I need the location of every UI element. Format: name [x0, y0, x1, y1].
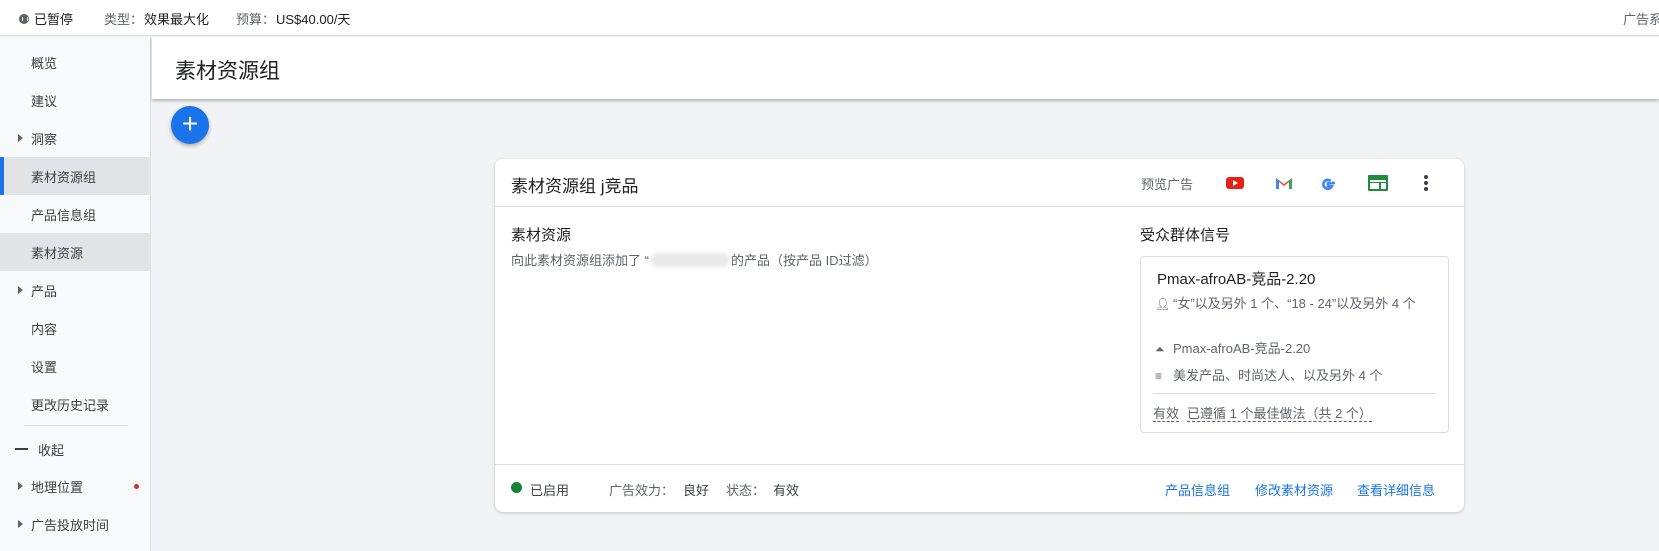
sidebar-item-settings[interactable]: 设置: [0, 347, 151, 385]
label: 洞察: [31, 131, 58, 147]
listing-groups-link[interactable]: 产品信息组: [1165, 480, 1230, 499]
assets-description: 向此素材资源组添加了 “ 的产品（按产品 ID过滤）: [511, 250, 878, 269]
ad-strength-value: 良好: [683, 483, 710, 498]
asset-group-card: 素材资源组 j竞品 预览广告 素材资源 向此素材资源组添加了 “ 的产品（按产品 …: [495, 159, 1464, 512]
desc-suffix: 的产品（按产品 ID过滤）: [730, 253, 878, 268]
demographics: “女”以及另外 1 个、“18 - 24”以及另外 4 个: [1173, 296, 1416, 311]
expand-icon: [18, 520, 23, 528]
signal-status[interactable]: 有效: [1153, 406, 1180, 422]
type-value: 效果最大化: [144, 12, 210, 27]
segment-shapes-icon: ⏶: [1155, 342, 1165, 356]
sidebar-item-change-history[interactable]: 更改历史记录: [0, 385, 151, 423]
card-footer: 已启用 广告效力： 良好 状态： 有效 产品信息组 修改素材资源 查看详细信息: [495, 464, 1464, 512]
sidebar-item-assets[interactable]: 素材资源: [0, 233, 151, 271]
label: 素材资源: [31, 245, 84, 261]
label: 产品: [31, 283, 58, 299]
pause-icon: [19, 13, 29, 24]
audience-signal-title: 受众群体信号: [1140, 227, 1231, 244]
sidebar-item-locations[interactable]: 地理位置: [0, 467, 151, 505]
expand-icon: [18, 134, 23, 142]
type-label: 类型：: [104, 12, 144, 27]
youtube-icon[interactable]: [1225, 173, 1245, 193]
assets-section-title: 素材资源: [511, 227, 572, 244]
campaign-name-truncated[interactable]: 广告系: [1623, 9, 1659, 28]
divider: [1153, 393, 1436, 394]
label: 广告投放时间: [31, 517, 110, 533]
edit-assets-link[interactable]: 修改素材资源: [1255, 480, 1333, 499]
sidebar-item-content[interactable]: 内容: [0, 309, 151, 347]
expand-icon: [18, 482, 23, 490]
audience-signal-box[interactable]: Pmax-afroAB-竞品-2.20 👤︎ “女”以及另外 1 个、“18 - …: [1140, 256, 1449, 433]
redacted-text: [650, 252, 729, 267]
add-asset-group-button[interactable]: +: [171, 106, 209, 144]
sidebar-item-ad-schedule[interactable]: 广告投放时间: [0, 505, 151, 543]
status-text: 已暂停: [34, 12, 74, 27]
budget-label: 预算：: [236, 12, 276, 27]
label: 概览: [31, 55, 58, 71]
expand-icon: [18, 286, 23, 294]
best-practice-link[interactable]: 已遵循 1 个最佳做法（共 2 个）: [1187, 406, 1372, 422]
label: 内容: [31, 321, 58, 337]
interests: 美发产品、时尚达人、以及另外 4 个: [1173, 368, 1383, 383]
page-title: 素材资源组: [175, 60, 280, 83]
campaign-topbar: 已暂停 类型： 效果最大化 预算： US$40.00/天 广告系: [0, 0, 1659, 36]
person-icon: 👤︎: [1155, 297, 1171, 311]
page-header: 素材资源组: [152, 37, 1659, 99]
sidebar-item-recommendations[interactable]: 建议: [0, 81, 151, 119]
audience-name: Pmax-afroAB-竞品-2.20: [1157, 271, 1316, 288]
label: 地理位置: [31, 479, 84, 495]
sidebar-item-insights[interactable]: 洞察: [0, 119, 151, 157]
list-icon: ≡: [1155, 369, 1163, 383]
label: 更改历史记录: [31, 397, 110, 413]
label: 收起: [38, 442, 65, 458]
label: 产品信息组: [31, 207, 97, 223]
more-vert-icon[interactable]: [1420, 173, 1432, 193]
enabled-status[interactable]: 已启用: [530, 480, 569, 499]
sidebar-item-listing-groups[interactable]: 产品信息组: [0, 195, 151, 233]
campaign-status: 已暂停: [19, 9, 73, 28]
custom-segment: Pmax-afroAB-竞品-2.20: [1173, 341, 1311, 356]
state-label: 状态：: [726, 483, 766, 498]
view-details-link[interactable]: 查看详细信息: [1357, 480, 1435, 499]
enabled-status-dot-icon: [511, 482, 522, 493]
alert-dot-icon: [134, 483, 139, 489]
minus-icon: [15, 448, 28, 450]
gmail-icon[interactable]: [1274, 173, 1294, 193]
sidebar: 概览 建议 洞察 素材资源组 产品信息组 素材资源 产品 内容 设置 更改历史记…: [0, 37, 151, 551]
label: 建议: [31, 93, 58, 109]
plus-icon: +: [181, 108, 199, 139]
state-value: 有效: [773, 483, 800, 498]
display-network-icon[interactable]: [1367, 173, 1389, 193]
desc-prefix: 向此素材资源组添加了 “: [511, 253, 649, 268]
ad-strength-label: 广告效力：: [609, 483, 675, 498]
budget-value: US$40.00/天: [276, 12, 351, 27]
sidebar-item-overview[interactable]: 概览: [0, 43, 151, 81]
sidebar-item-asset-groups[interactable]: 素材资源组: [0, 157, 151, 195]
asset-group-title: 素材资源组 j竞品: [511, 177, 639, 196]
google-search-icon[interactable]: [1318, 173, 1338, 193]
preview-ads-label: 预览广告: [1141, 177, 1194, 192]
label: 素材资源组: [31, 169, 97, 185]
label: 设置: [31, 359, 58, 375]
sidebar-item-products[interactable]: 产品: [0, 271, 151, 309]
sidebar-divider: [24, 425, 128, 426]
sidebar-collapse[interactable]: 收起: [0, 430, 151, 468]
card-header: 素材资源组 j竞品 预览广告: [495, 159, 1464, 207]
